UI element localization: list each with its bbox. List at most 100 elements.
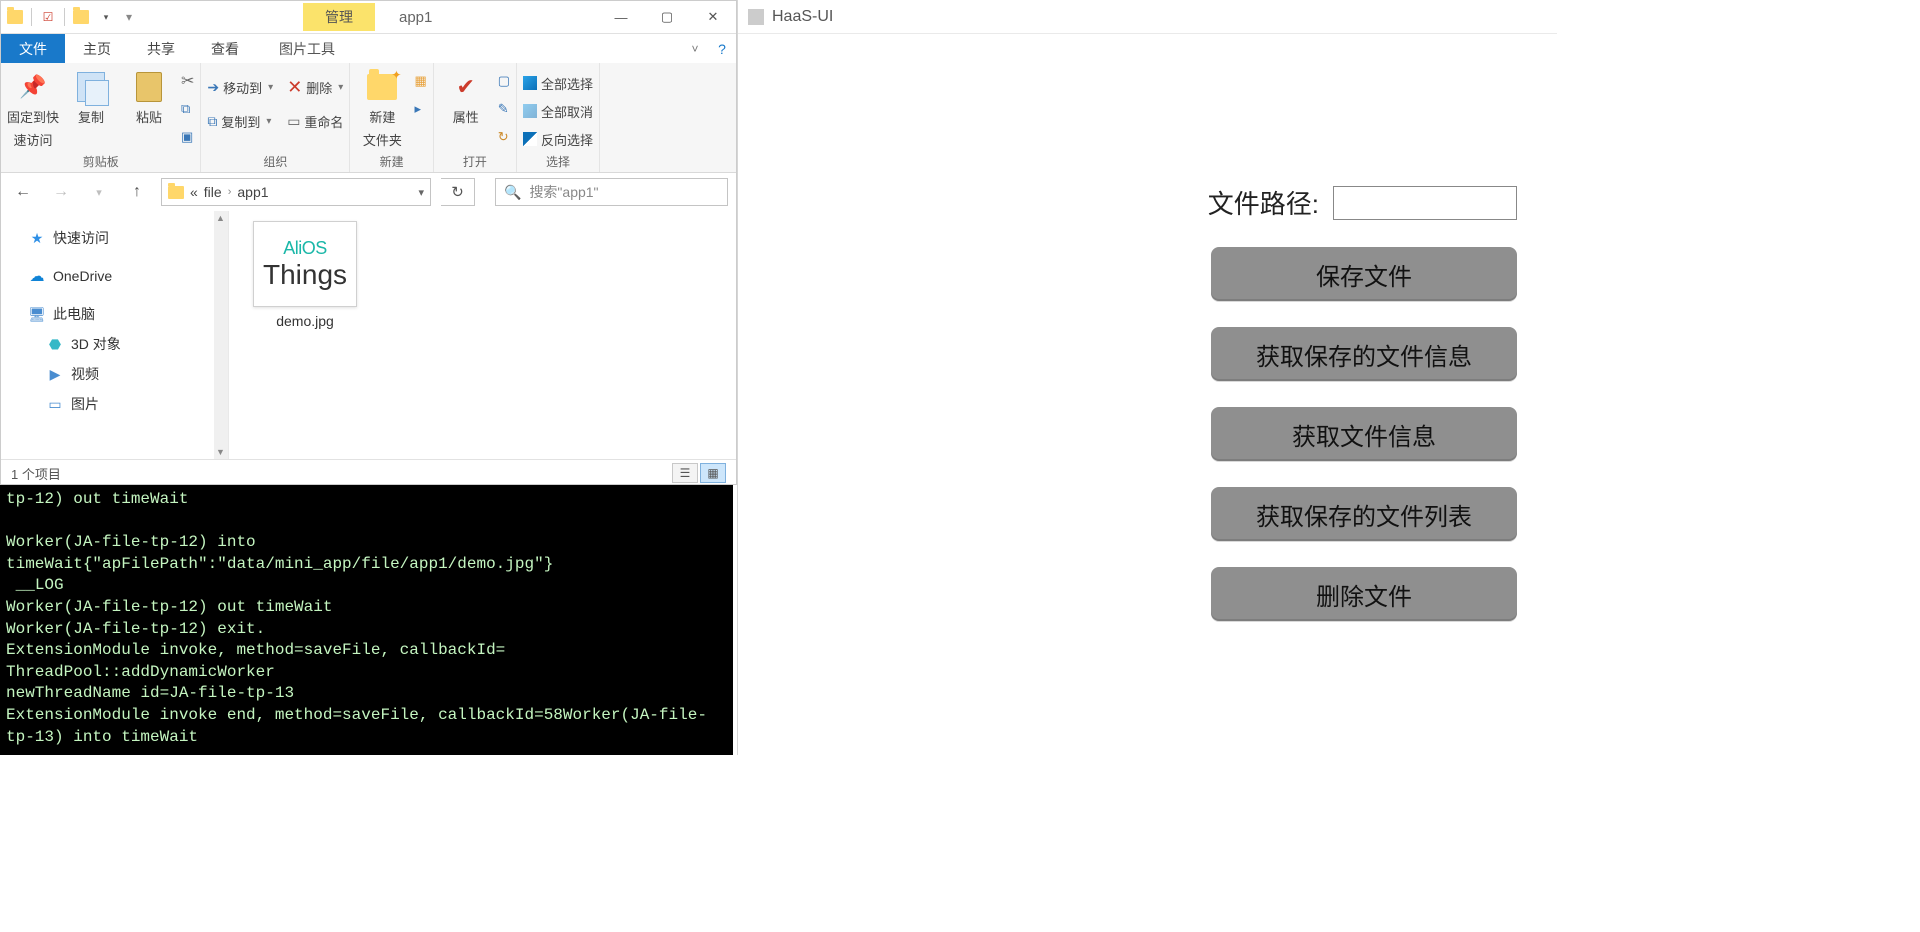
- file-thumbnail: AliOS Things: [253, 221, 357, 307]
- get-saved-file-info-button[interactable]: 获取保存的文件信息: [1211, 327, 1517, 381]
- minimize-button[interactable]: —: [598, 1, 644, 33]
- label: 粘贴: [136, 107, 162, 126]
- search-input[interactable]: 🔍 搜索"app1": [495, 178, 728, 206]
- label: 复制到: [221, 112, 260, 131]
- tab-home[interactable]: 主页: [65, 34, 129, 63]
- haas-ui-window: HaaS-UI 文件路径: 保存文件 获取保存的文件信息 获取文件信息 获取保存…: [737, 0, 1557, 755]
- group-label: 选择: [523, 151, 593, 172]
- pin-to-quick-access-button[interactable]: 📌 固定到快 速访问: [7, 67, 59, 149]
- nav-scrollbar[interactable]: [214, 211, 228, 459]
- crumb-prefix: «: [190, 184, 198, 200]
- nav-forward-button[interactable]: →: [47, 178, 75, 206]
- move-icon: ➔: [207, 79, 219, 96]
- terminal-output[interactable]: tp-12) out timeWait Worker(JA-file-tp-12…: [0, 485, 733, 755]
- save-file-button[interactable]: 保存文件: [1211, 247, 1517, 301]
- checkbox-toggle-icon[interactable]: ☑: [40, 9, 56, 25]
- separator: [64, 8, 65, 26]
- delete-button[interactable]: ✕删除▾: [287, 75, 343, 99]
- delete-file-button[interactable]: 删除文件: [1211, 567, 1517, 621]
- search-icon: 🔍: [504, 184, 521, 201]
- file-path-row: 文件路径:: [1208, 184, 1517, 221]
- quick-access-dropdown-icon[interactable]: ▾: [97, 9, 113, 25]
- folder-icon[interactable]: [7, 9, 23, 25]
- nav-recent-dropdown[interactable]: ▾: [85, 178, 113, 206]
- easy-access-small-button[interactable]: ▸: [414, 97, 426, 121]
- group-label: 组织: [207, 151, 343, 172]
- thumb-text-1: AliOS: [283, 238, 327, 259]
- copy-to-icon: ⧉: [207, 113, 217, 130]
- nav-3d-objects[interactable]: ⬣3D 对象: [7, 329, 222, 359]
- history-small-button[interactable]: ↻: [498, 125, 510, 149]
- get-file-info-button[interactable]: 获取文件信息: [1211, 407, 1517, 461]
- nav-back-button[interactable]: ←: [9, 178, 37, 206]
- nav-onedrive[interactable]: ☁OneDrive: [7, 263, 222, 289]
- view-details-button[interactable]: ☰: [672, 463, 698, 483]
- address-bar[interactable]: « file › app1 ▾: [161, 178, 431, 206]
- close-button[interactable]: ✕: [690, 1, 736, 33]
- copy-to-button[interactable]: ⧉复制到▾: [207, 109, 273, 133]
- crumb-app1[interactable]: app1: [237, 184, 268, 200]
- tab-file[interactable]: 文件: [1, 34, 65, 63]
- label: 快速访问: [53, 228, 109, 248]
- properties-button[interactable]: ✔ 属性: [440, 67, 492, 126]
- new-folder-icon: [366, 71, 398, 103]
- file-name: demo.jpg: [276, 313, 334, 329]
- invert-selection-button[interactable]: 反向选择: [523, 127, 593, 151]
- folder-icon[interactable]: [73, 9, 89, 25]
- file-path-input[interactable]: [1333, 186, 1517, 220]
- video-icon: ▶: [47, 366, 63, 382]
- ribbon-collapse-icon[interactable]: ˅: [682, 34, 708, 63]
- file-item[interactable]: AliOS Things demo.jpg: [245, 221, 365, 329]
- help-icon[interactable]: ?: [708, 34, 736, 63]
- copy-icon: [75, 71, 107, 103]
- invert-icon: [523, 132, 537, 146]
- label: 移动到: [223, 78, 262, 97]
- haas-title: HaaS-UI: [772, 8, 833, 26]
- titlebar: ☑ ▾ ▾ 管理 app1 — ▢ ✕: [1, 1, 736, 33]
- easy-access-icon: ▸: [414, 101, 421, 117]
- nav-videos[interactable]: ▶视频: [7, 359, 222, 389]
- search-placeholder: 搜索"app1": [529, 182, 598, 202]
- copy-button[interactable]: 复制: [65, 67, 117, 126]
- label: 文件夹: [363, 130, 402, 149]
- open-icon: ▢: [498, 73, 510, 89]
- address-dropdown-icon[interactable]: ▾: [418, 186, 424, 199]
- tab-picture-tools[interactable]: 图片工具: [261, 34, 353, 63]
- group-label: 打开: [440, 151, 510, 172]
- paste-icon: [133, 71, 165, 103]
- view-large-icons-button[interactable]: ▦: [700, 463, 726, 483]
- refresh-button[interactable]: ↻: [441, 178, 475, 206]
- select-all-button[interactable]: 全部选择: [523, 71, 593, 95]
- nav-quick-access[interactable]: ★快速访问: [7, 223, 222, 253]
- label: OneDrive: [53, 268, 112, 284]
- path-icon: ⧉: [181, 101, 190, 117]
- label: 新建: [369, 107, 395, 126]
- select-none-icon: [523, 104, 537, 118]
- open-small-button[interactable]: ▢: [498, 69, 510, 93]
- manage-context-tab[interactable]: 管理: [303, 3, 375, 31]
- copy-path-small-button[interactable]: ⧉: [181, 97, 194, 121]
- nav-this-pc[interactable]: 🖥此电脑: [7, 299, 222, 329]
- move-to-button[interactable]: ➔移动到▾: [207, 75, 273, 99]
- crumb-file[interactable]: file: [204, 184, 222, 200]
- content-pane[interactable]: AliOS Things demo.jpg: [229, 211, 736, 459]
- rename-button[interactable]: ▭重命名: [287, 109, 343, 133]
- paste-shortcut-small-button[interactable]: ▣: [181, 125, 194, 149]
- label: 重命名: [304, 112, 343, 131]
- label: 此电脑: [53, 304, 95, 324]
- explorer-body: ★快速访问 ☁OneDrive 🖥此电脑 ⬣3D 对象 ▶视频 ▭图片 AliO…: [1, 211, 736, 459]
- overflow-icon[interactable]: ▾: [121, 9, 137, 25]
- paste-button[interactable]: 粘贴: [123, 67, 175, 126]
- get-saved-file-list-button[interactable]: 获取保存的文件列表: [1211, 487, 1517, 541]
- tab-share[interactable]: 共享: [129, 34, 193, 63]
- nav-pictures[interactable]: ▭图片: [7, 389, 222, 419]
- cut-small-button[interactable]: ✂: [181, 69, 194, 93]
- ribbon-group-clipboard: 📌 固定到快 速访问 复制 粘贴 ✂ ⧉ ▣ 剪贴板: [1, 63, 201, 172]
- select-none-button[interactable]: 全部取消: [523, 99, 593, 123]
- tab-view[interactable]: 查看: [193, 34, 257, 63]
- maximize-button[interactable]: ▢: [644, 1, 690, 33]
- edit-small-button[interactable]: ✎: [498, 97, 510, 121]
- nav-up-button[interactable]: ↑: [123, 178, 151, 206]
- new-item-small-button[interactable]: ▦: [414, 69, 426, 93]
- new-folder-button[interactable]: 新建 文件夹: [356, 67, 408, 149]
